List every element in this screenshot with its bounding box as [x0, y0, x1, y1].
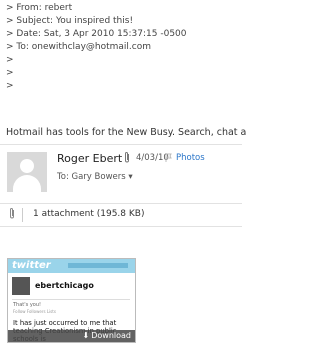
- quoted-line: >: [6, 68, 14, 78]
- download-icon: ⬇: [82, 331, 90, 340]
- message-date: 4/03/10: [136, 153, 169, 163]
- twitter-logo: twitter: [12, 260, 51, 271]
- paperclip-icon: [8, 207, 16, 223]
- attachment-summary-bar: 1 attachment (195.8 KB): [0, 203, 242, 227]
- hotmail-promo-text: Hotmail has tools for the New Busy. Sear…: [6, 127, 247, 138]
- avatar-shoulders: [13, 175, 41, 192]
- twitter-username: ebertchicago: [35, 281, 94, 290]
- divider: [0, 144, 242, 145]
- quoted-text: > From: rebert > Subject: You inspired t…: [6, 2, 187, 93]
- profile-tagline: That's you!: [13, 302, 42, 308]
- recipient-line[interactable]: To: Gary Bowers ▾: [57, 172, 133, 182]
- divider: [12, 299, 130, 300]
- twitter-nav-bar: [68, 263, 128, 268]
- quoted-line: > From: rebert: [6, 3, 73, 13]
- twitter-header: twitter: [8, 259, 135, 273]
- quoted-line: > Subject: You inspired this!: [6, 16, 134, 26]
- photos-link[interactable]: Photos: [176, 153, 205, 163]
- sender-name[interactable]: Roger Ebert: [57, 152, 122, 165]
- quoted-line: >: [6, 55, 14, 65]
- download-label: Download: [91, 331, 131, 340]
- quoted-line: > Date: Sat, 3 Apr 2010 15:37:15 -0500: [6, 29, 187, 39]
- download-button[interactable]: ⬇ Download: [83, 331, 131, 340]
- sender-avatar[interactable]: [7, 152, 47, 192]
- attachment-thumbnail[interactable]: twitter ebertchicago That's you! Follow …: [7, 258, 136, 343]
- avatar-head: [20, 159, 34, 173]
- profile-meta: Follow Followers Lists: [13, 309, 56, 314]
- download-bar[interactable]: ⬇ Download: [8, 330, 135, 342]
- flag-icon[interactable]: [165, 153, 172, 165]
- separator: [22, 208, 23, 222]
- paperclip-icon: [123, 151, 131, 167]
- quoted-line: > To: onewithclay@hotmail.com: [6, 42, 152, 52]
- attachment-summary: 1 attachment (195.8 KB): [33, 209, 145, 219]
- quoted-line: >: [6, 81, 14, 91]
- profile-picture: [12, 277, 30, 295]
